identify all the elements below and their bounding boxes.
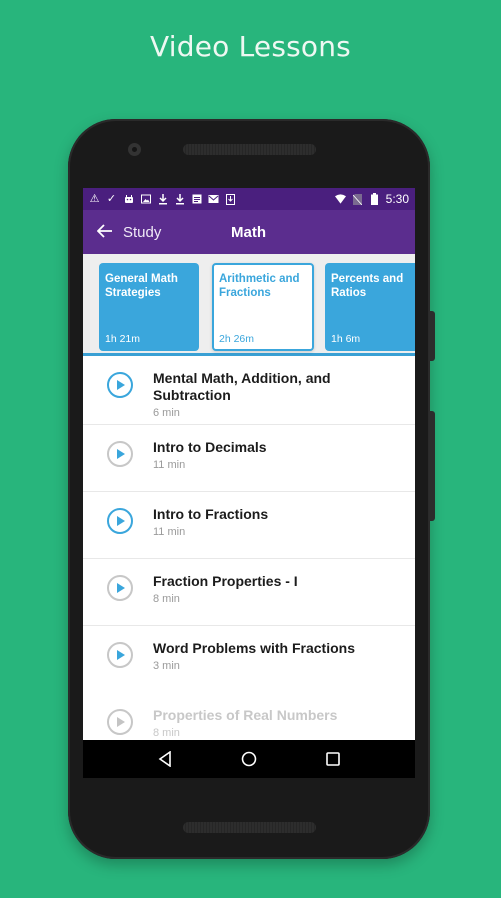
lesson-title: Fraction Properties - I [153,573,298,589]
course-title: Percents and Ratios [331,273,404,299]
status-time: 5:30 [385,192,409,206]
image-icon [140,194,151,205]
toolbar: Study Math [83,210,415,254]
lesson-item[interactable]: Mental Math, Addition, and Subtraction 6… [83,356,415,425]
course-card[interactable]: General Math Strategies 1h 21m [99,263,199,351]
wifi-icon [334,194,346,205]
lesson-duration: 11 min [153,526,186,538]
lesson-duration: 8 min [153,727,180,739]
play-icon[interactable] [107,642,133,668]
course-carousel[interactable]: General Math Strategies 1h 21m Arithmeti… [83,254,415,356]
course-card-selected[interactable]: Arithmetic and Fractions 2h 26m [212,263,314,351]
power-button [429,311,435,361]
phone-screen: ⚠ ✓ 5:30 Study Math General Math Strateg… [83,188,415,778]
lesson-item[interactable]: Fraction Properties - I 8 min [83,559,415,626]
download-icon [174,193,185,205]
recents-square-icon [326,752,340,766]
lesson-title: Properties of Real Numbers [153,707,338,723]
lesson-title: Word Problems with Fractions [153,640,355,656]
nav-recents-button[interactable] [323,749,343,769]
page-title: Math [231,223,266,241]
back-label: Study [123,223,162,241]
lesson-duration: 8 min [153,593,180,605]
lesson-duration: 6 min [153,407,180,419]
gmail-icon [208,194,219,205]
nav-bar [83,740,415,778]
play-icon[interactable] [107,575,133,601]
home-circle-icon [241,751,257,767]
lesson-duration: 11 min [153,459,186,471]
back-triangle-icon [158,751,171,767]
lesson-title: Intro to Fractions [153,506,269,522]
course-title: Arithmetic and Fractions [219,273,300,299]
android-icon [123,194,134,205]
course-duration: 1h 21m [105,333,141,345]
earpiece-speaker [183,144,316,155]
back-button[interactable]: Study [96,222,162,243]
course-duration: 1h 6m [331,333,361,345]
lesson-title: Mental Math, Addition, and Subtraction [153,370,331,403]
status-bar: ⚠ ✓ 5:30 [83,188,415,210]
warning-icon: ⚠ [89,192,100,205]
lesson-item[interactable]: Intro to Decimals 11 min [83,425,415,492]
lesson-title: Intro to Decimals [153,439,267,455]
lesson-item[interactable]: Intro to Fractions 11 min [83,492,415,559]
no-sim-icon [352,193,363,205]
lesson-list: Mental Math, Addition, and Subtraction 6… [83,356,415,760]
play-icon[interactable] [107,441,133,467]
play-icon[interactable] [107,508,133,534]
check-icon: ✓ [106,192,117,205]
nav-home-button[interactable] [239,749,259,769]
front-camera [128,143,141,156]
course-title: General Math Strategies [105,273,178,299]
course-duration: 2h 26m [219,333,255,345]
course-card[interactable]: Percents and Ratios 1h 6m [325,263,415,351]
play-icon[interactable] [107,372,133,398]
lesson-duration: 3 min [153,660,180,672]
document-icon [191,194,202,205]
download-icon [157,193,168,205]
download-box-icon [225,193,236,205]
volume-button [429,411,435,521]
back-arrow-icon [96,222,113,243]
headline: Video Lessons [150,30,351,63]
play-icon[interactable] [107,709,133,735]
nav-back-button[interactable] [155,749,175,769]
lesson-item[interactable]: Word Problems with Fractions 3 min [83,626,415,693]
bottom-speaker [183,822,316,833]
battery-icon [369,193,380,205]
